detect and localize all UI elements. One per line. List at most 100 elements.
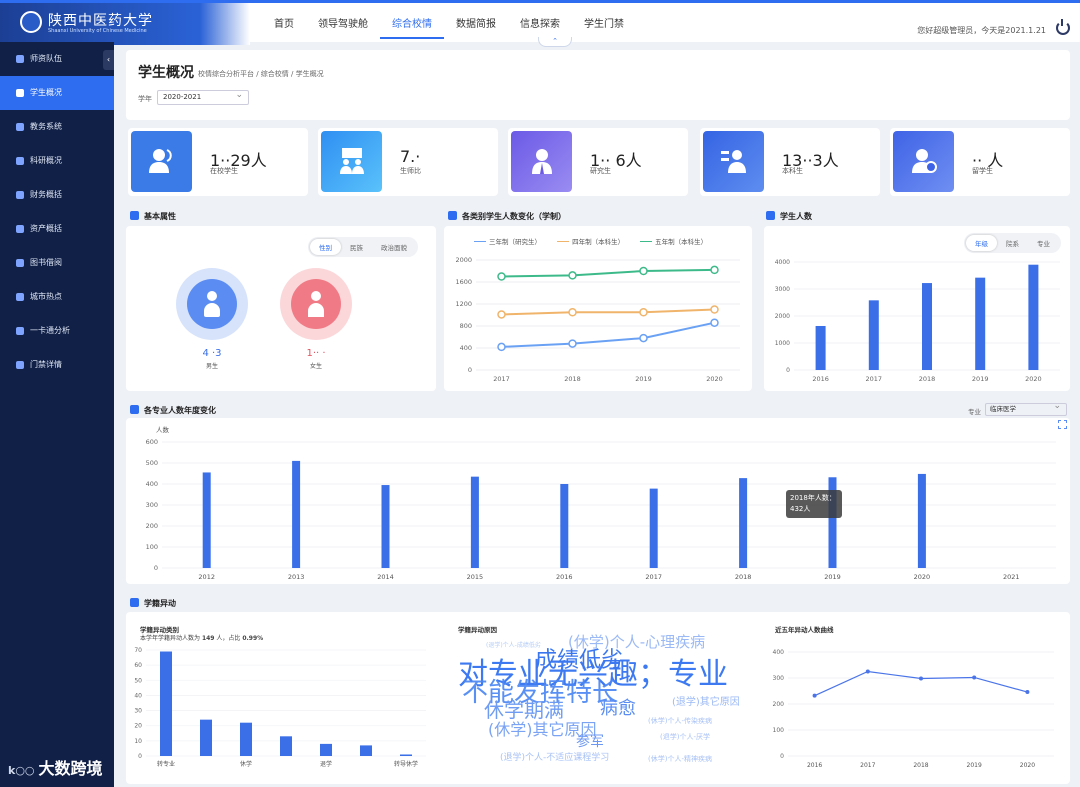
bar <box>868 300 879 370</box>
bar <box>922 283 932 370</box>
legend-item[interactable]: 五年制（本科生） <box>640 238 707 246</box>
word-cloud-term[interactable]: 参军 <box>576 735 604 749</box>
section-label: 基本属性 <box>144 212 176 221</box>
series-line <box>501 268 715 278</box>
chart-student-count: 0 1000 2000 3000 4000 2016 2017 2018 2019 2020 <box>775 259 1060 383</box>
word-cloud-term[interactable]: (退学)个人-厌学 <box>660 734 710 741</box>
undergraduate-icon <box>721 150 746 173</box>
stat-card: 7.· 生师比 <box>318 128 498 196</box>
tab-ethnicity[interactable]: 民族 <box>341 239 372 255</box>
nav-collapse-toggle[interactable]: ⌃ <box>538 37 572 47</box>
stat-label: 本科生 <box>782 167 803 175</box>
tab-gender[interactable]: 性别 <box>310 239 341 255</box>
x-tick-label: 2020 <box>1020 762 1035 769</box>
chart-major-yearly: 人数 0 100 200 300 400 500 600 2012 2013 2014 2015 201… <box>146 425 1056 581</box>
tooltip-line: 2018年人数： <box>790 494 836 502</box>
logo-text: 陕西中医药大学 <box>48 13 153 29</box>
academic-icon <box>16 123 24 131</box>
legend-swatch <box>474 241 486 242</box>
tab-major[interactable]: 专业 <box>1028 235 1059 251</box>
y-tick-label: 200 <box>146 522 158 530</box>
sidebar-item-finance[interactable]: 财务概括 <box>0 178 114 212</box>
bar <box>1028 264 1039 370</box>
section-label: 学生人数 <box>780 212 812 221</box>
sidebar-item-library[interactable]: 图书借阅 <box>0 246 114 280</box>
sidebar-item-students[interactable]: 学生概况 <box>0 76 114 110</box>
nav-explore[interactable]: 信息探索 <box>508 15 572 39</box>
y-tick-label: 300 <box>146 501 158 509</box>
sidebar-item-faculty[interactable]: 师资队伍 <box>0 42 114 76</box>
x-tick-label: 2019 <box>824 573 841 581</box>
word-cloud-term[interactable]: (退学)个人-成绩低劣 <box>486 643 541 649</box>
power-icon[interactable] <box>1056 19 1070 35</box>
y-tick-label: 200 <box>773 701 785 708</box>
nav-briefing[interactable]: 数据简报 <box>444 15 508 39</box>
tab-grade[interactable]: 年级 <box>966 235 997 251</box>
word-cloud-term[interactable]: 病愈 <box>600 700 636 718</box>
y-tick-label: 600 <box>146 438 158 446</box>
word-cloud-term[interactable]: (休学)个人-心理疾病 <box>568 635 705 650</box>
year-select[interactable]: 2020-2021 <box>157 89 249 105</box>
sidebar-item-academic[interactable]: 教务系统 <box>0 110 114 144</box>
legend-swatch <box>640 241 653 242</box>
series-line <box>501 308 715 316</box>
sidebar-item-card[interactable]: 一卡通分析 <box>0 314 114 348</box>
chart-category-change: 0 400 800 1200 1600 2000 2017 2018 2019 2020 <box>455 256 740 383</box>
header-card <box>126 50 1070 120</box>
sidebar-label: 图书借阅 <box>30 258 62 267</box>
word-cloud-term[interactable]: (退学)个人-不适应课程学习 <box>500 754 609 763</box>
student-icon <box>16 89 24 97</box>
word-cloud-term[interactable]: 成绩低劣 <box>535 650 623 672</box>
female-inner <box>291 279 341 329</box>
female-count: 1·· · <box>306 348 326 359</box>
nav-cockpit[interactable]: 领导驾驶舱 <box>306 15 380 39</box>
x-tick-label: 2018 <box>735 573 752 581</box>
male-count: 4 ·3 <box>202 348 222 359</box>
sidebar-collapse-button[interactable]: ‹ <box>103 50 114 70</box>
bar <box>649 488 658 568</box>
bar <box>739 478 748 568</box>
stat-icon-box <box>703 131 764 192</box>
x-tick-label: 2020 <box>1025 375 1042 383</box>
research-icon <box>16 157 24 165</box>
legend-swatch <box>557 241 570 242</box>
tab-department[interactable]: 院系 <box>997 235 1028 251</box>
data-point <box>639 266 648 276</box>
sidebar-item-access[interactable]: 门禁详情 <box>0 348 114 382</box>
breadcrumb[interactable]: 校情综合分析平台 / 综合校情 / 学生概况 <box>198 69 324 79</box>
y-tick-label: 20 <box>134 723 142 730</box>
bar <box>202 472 211 568</box>
x-tick-label: 2016 <box>807 762 822 769</box>
major-select[interactable]: 临床医学 <box>985 401 1067 416</box>
y-tick-label: 0 <box>154 564 158 572</box>
sidebar-item-assets[interactable]: 资产概括 <box>0 212 114 246</box>
male-label: 男生 <box>205 363 218 370</box>
legend-item[interactable]: 四年制（本科生） <box>557 238 624 246</box>
male-icon <box>204 291 220 317</box>
nav-home[interactable]: 首页 <box>262 15 306 39</box>
university-logo[interactable]: 陕西中医药大学 Shaanxi University of Chinese Me… <box>0 3 250 45</box>
sidebar-item-hotspots[interactable]: 城市热点 <box>0 280 114 314</box>
x-tick-label: 2018 <box>919 375 936 383</box>
data-point <box>865 669 870 674</box>
sidebar-item-research[interactable]: 科研概况 <box>0 144 114 178</box>
nav-campus-overview[interactable]: 综合校情 <box>380 15 444 39</box>
y-tick-label: 1200 <box>455 300 472 308</box>
word-cloud-term[interactable]: (休学)个人-传染疾病 <box>648 718 712 725</box>
nav-access[interactable]: 学生门禁 <box>572 15 636 39</box>
word-cloud-term[interactable]: (休学)个人-精神疾病 <box>648 756 712 763</box>
legend-item[interactable]: 三年制（研究生） <box>474 238 541 246</box>
stat-card: 13··3人 本科生 <box>700 128 880 196</box>
word-cloud-term[interactable]: (退学)其它原因 <box>672 698 740 708</box>
watermark-logo-icon: k○○ <box>8 764 35 777</box>
section-label: 各专业人数年度变化 <box>144 406 216 415</box>
y-tick-label: 2000 <box>775 313 790 320</box>
y-tick-label: 100 <box>146 543 158 551</box>
y-tick-label: 0 <box>468 366 472 374</box>
faculty-icon <box>16 55 24 63</box>
word-cloud-term[interactable]: 休学期满 <box>484 700 564 720</box>
stat-card: 1·· 6人 研究生 <box>508 128 688 196</box>
chart-tooltip: 2018年人数： 432人 <box>786 490 842 518</box>
y-tick-label: 400 <box>460 344 472 352</box>
tab-politics[interactable]: 政治面貌 <box>372 239 416 255</box>
